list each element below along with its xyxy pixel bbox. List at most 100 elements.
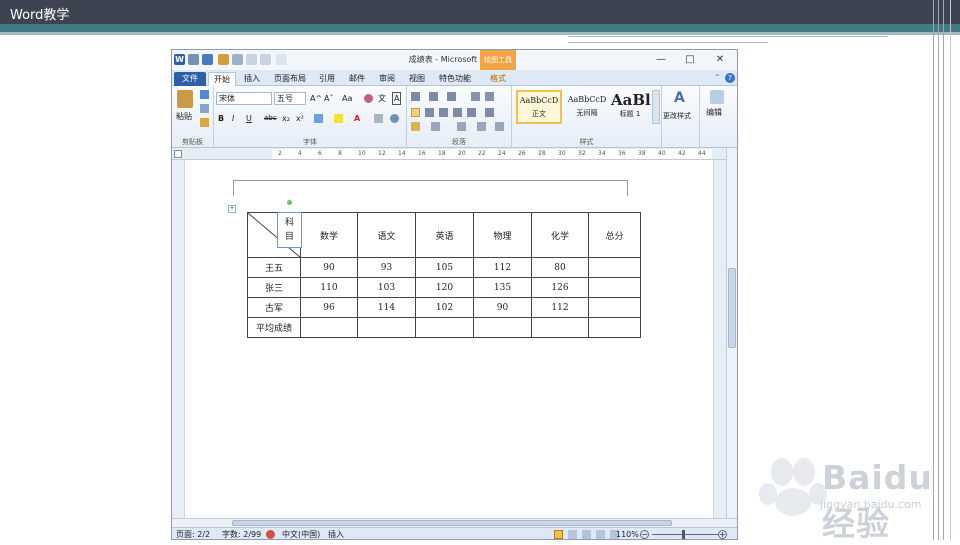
format-painter-icon[interactable] <box>200 118 209 127</box>
language-indicator[interactable]: 中文(中国) <box>282 528 320 539</box>
score-cell[interactable]: 105 <box>415 257 474 278</box>
change-styles-button[interactable]: 更改样式 <box>663 110 691 123</box>
proofing-icon[interactable] <box>266 530 275 539</box>
insert-mode[interactable]: 插入 <box>328 528 344 539</box>
score-cell[interactable]: 112 <box>473 257 532 278</box>
font-color-button[interactable]: A <box>354 112 360 125</box>
score-cell[interactable]: 103 <box>357 277 416 298</box>
text-effects-icon[interactable] <box>314 114 323 123</box>
tab-mailings[interactable]: 邮件 <box>344 72 370 86</box>
style-normal[interactable]: AaBbCcD 正文 <box>516 90 562 124</box>
sort-icon[interactable] <box>477 122 486 131</box>
score-cell[interactable] <box>473 317 532 338</box>
italic-button[interactable]: I <box>232 112 234 125</box>
score-cell[interactable]: 114 <box>357 297 416 318</box>
score-cell[interactable]: 110 <box>300 277 358 298</box>
horizontal-ruler[interactable]: 2 4 6 8 10 12 14 16 18 20 22 24 26 28 30 32 34 36 38 40 42 44 <box>172 148 737 160</box>
tab-selector-icon[interactable] <box>174 150 182 158</box>
zoom-slider-thumb[interactable] <box>682 530 685 539</box>
score-cell[interactable] <box>357 317 416 338</box>
header-cell[interactable]: 数学 <box>300 212 358 258</box>
score-cell[interactable] <box>588 317 641 338</box>
rotate-handle-icon[interactable] <box>287 200 292 205</box>
style-heading-1[interactable]: AaBl 标题 1 <box>610 90 651 124</box>
close-button[interactable]: ✕ <box>706 52 734 67</box>
outline-icon[interactable] <box>596 530 605 539</box>
align-center-icon[interactable] <box>425 108 434 117</box>
phonetic-guide-button[interactable]: 文 <box>378 92 386 105</box>
header-cell[interactable]: 英语 <box>415 212 474 258</box>
increase-indent-icon[interactable] <box>485 92 494 101</box>
tab-insert[interactable]: 插入 <box>238 72 266 86</box>
score-cell[interactable] <box>415 317 474 338</box>
bold-button[interactable]: B <box>218 112 224 125</box>
enclose-char-icon[interactable] <box>390 114 399 123</box>
score-cell[interactable] <box>588 297 641 318</box>
minimize-button[interactable]: — <box>647 52 675 67</box>
row-label-cell[interactable]: 古军 <box>247 297 301 318</box>
editing-button[interactable]: 编辑 <box>706 106 722 119</box>
ribbon-collapse-icon[interactable]: ⌃ <box>714 73 721 82</box>
header-cell[interactable]: 化学 <box>531 212 589 258</box>
distributed-icon[interactable] <box>467 108 476 117</box>
tab-features[interactable]: 特色功能 <box>434 72 476 86</box>
zoom-out-icon[interactable]: − <box>640 530 649 539</box>
zoom-level[interactable]: 110% <box>616 528 639 539</box>
paste-button[interactable]: 粘贴 <box>176 110 192 123</box>
numbering-icon[interactable] <box>429 92 438 101</box>
score-cell[interactable]: 135 <box>473 277 532 298</box>
score-cell[interactable] <box>588 257 641 278</box>
score-cell[interactable]: 126 <box>531 277 589 298</box>
shading-icon[interactable] <box>411 122 420 131</box>
tab-references[interactable]: 引用 <box>314 72 340 86</box>
row-label-cell[interactable]: 平均成绩 <box>247 317 301 338</box>
line-spacing-icon[interactable] <box>485 108 494 117</box>
paste-icon[interactable] <box>177 90 193 108</box>
find-icon[interactable] <box>710 90 724 104</box>
page-count[interactable]: 页面: 2/2 <box>176 528 210 539</box>
score-cell[interactable] <box>588 277 641 298</box>
score-cell[interactable]: 112 <box>531 297 589 318</box>
zoom-slider[interactable] <box>652 534 718 535</box>
borders-icon[interactable] <box>431 122 440 131</box>
tab-review[interactable]: 审阅 <box>374 72 400 86</box>
score-cell[interactable]: 120 <box>415 277 474 298</box>
tab-view[interactable]: 视图 <box>404 72 430 86</box>
underline-button[interactable]: U <box>246 112 252 125</box>
superscript-button[interactable]: x² <box>296 112 304 125</box>
show-marks-icon[interactable] <box>495 122 504 131</box>
score-cell[interactable]: 93 <box>357 257 416 278</box>
font-name-select[interactable]: 宋体 <box>216 92 272 105</box>
score-cell[interactable]: 80 <box>531 257 589 278</box>
score-cell[interactable]: 90 <box>300 257 358 278</box>
table-move-handle[interactable]: + <box>228 205 236 213</box>
tab-home[interactable]: 开始 <box>208 72 236 86</box>
vertical-scrollbar[interactable] <box>726 148 737 518</box>
score-cell[interactable]: 96 <box>300 297 358 318</box>
clear-format-icon[interactable] <box>364 94 373 103</box>
char-border-button[interactable]: A <box>392 92 402 105</box>
horizontal-scrollbar[interactable] <box>172 518 737 527</box>
change-case-button[interactable]: Aa <box>342 92 352 105</box>
help-icon[interactable]: ? <box>725 73 735 83</box>
header-cell[interactable]: 物理 <box>473 212 532 258</box>
score-cell[interactable] <box>531 317 589 338</box>
decrease-indent-icon[interactable] <box>471 92 480 101</box>
align-right-icon[interactable] <box>439 108 448 117</box>
tab-page-layout[interactable]: 页面布局 <box>270 72 310 86</box>
chinese-layout-icon[interactable] <box>457 122 466 131</box>
cut-icon[interactable] <box>200 90 209 99</box>
styles-scroll[interactable] <box>652 90 660 124</box>
shrink-font-button[interactable]: Aˇ <box>324 92 333 105</box>
corner-textbox[interactable]: 科 目 <box>277 212 302 248</box>
justify-icon[interactable] <box>453 108 462 117</box>
score-cell[interactable] <box>300 317 358 338</box>
print-layout-icon[interactable] <box>554 530 563 539</box>
full-screen-icon[interactable] <box>568 530 577 539</box>
multilevel-list-icon[interactable] <box>447 92 456 101</box>
web-layout-icon[interactable] <box>582 530 591 539</box>
maximize-button[interactable]: □ <box>676 52 704 67</box>
char-shading-icon[interactable] <box>374 114 383 123</box>
horizontal-scroll-thumb[interactable] <box>232 520 672 526</box>
row-label-cell[interactable]: 王五 <box>247 257 301 278</box>
